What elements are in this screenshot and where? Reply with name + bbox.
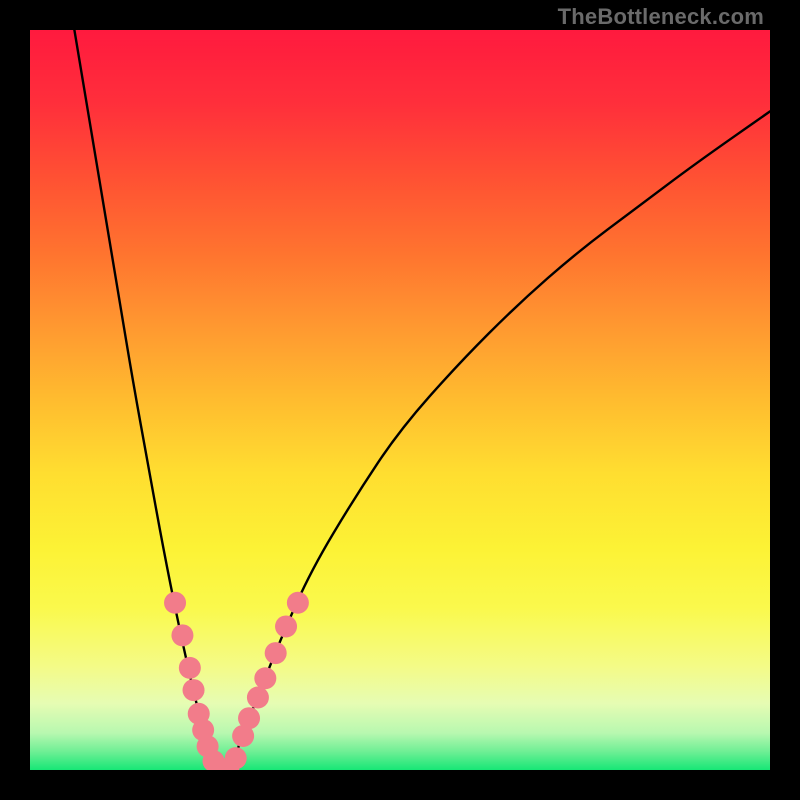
marker-dot (179, 657, 201, 679)
marker-dot (238, 707, 260, 729)
marker-dot (247, 686, 269, 708)
marker-dot (225, 747, 247, 769)
curve-right-branch (230, 111, 770, 770)
watermark-text: TheBottleneck.com (558, 4, 764, 30)
marker-dot (287, 592, 309, 614)
marker-dot (183, 679, 205, 701)
marker-dot (265, 642, 287, 664)
marker-dot (254, 667, 276, 689)
marker-dot (171, 624, 193, 646)
plot-area (30, 30, 770, 770)
marker-dot (275, 615, 297, 637)
chart-curves (30, 30, 770, 770)
marker-dot (164, 592, 186, 614)
chart-frame: TheBottleneck.com (0, 0, 800, 800)
